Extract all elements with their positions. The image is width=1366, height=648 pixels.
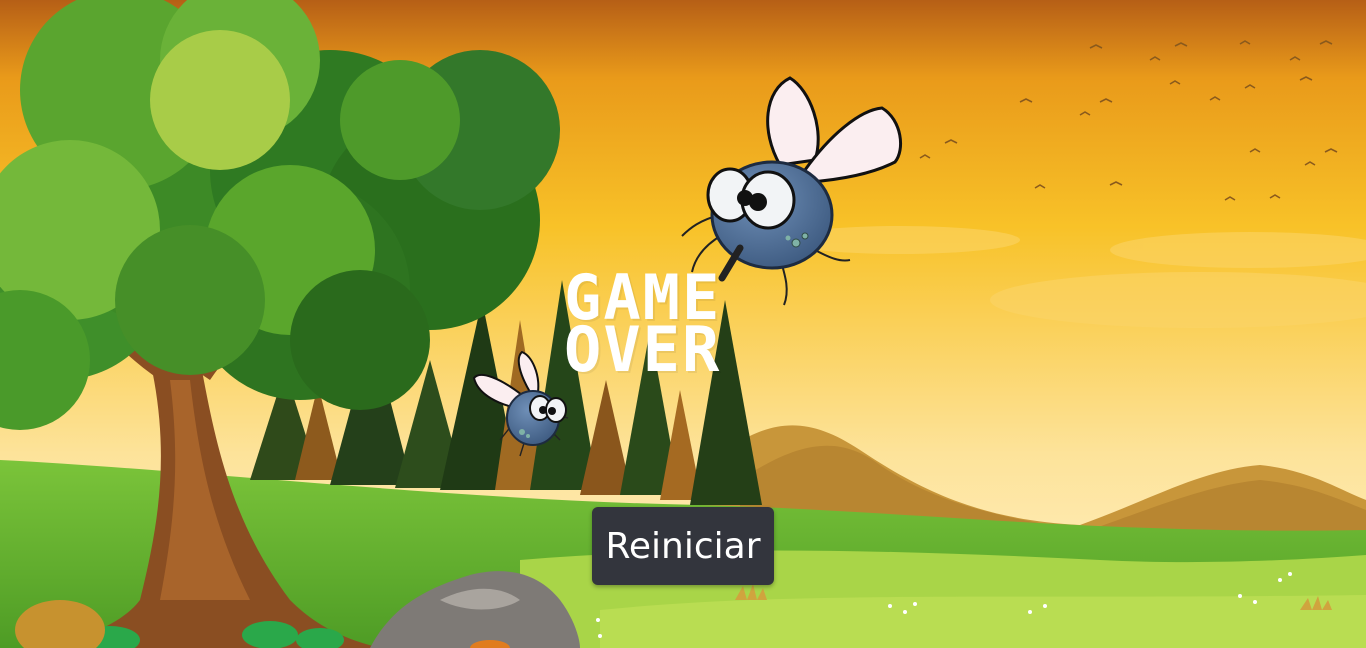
restart-button[interactable]: Reiniciar	[592, 507, 774, 585]
game-over-title: GAME OVER	[564, 267, 804, 386]
game-over-line-2: OVER	[564, 313, 722, 386]
